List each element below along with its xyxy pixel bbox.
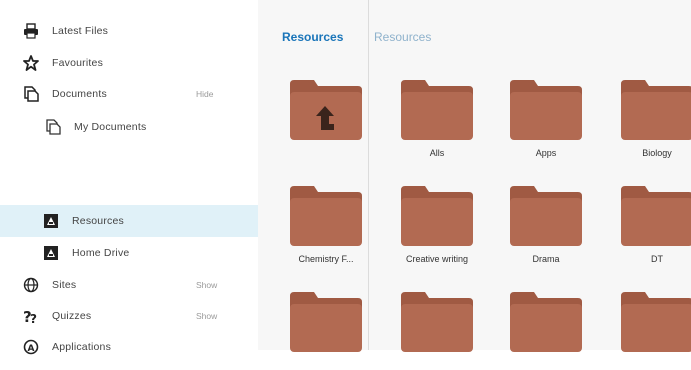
folder-item[interactable] <box>288 290 364 370</box>
folder-item[interactable] <box>399 290 475 370</box>
column-divider <box>368 0 369 350</box>
sidebar-item-label: Resources <box>72 215 124 227</box>
folder-up-icon <box>290 80 362 140</box>
folder-icon <box>401 80 473 140</box>
folder-icon <box>621 186 691 246</box>
sidebar-item-sites[interactable]: Sites Show <box>0 270 258 300</box>
network-drive-icon <box>42 212 60 230</box>
main-content: Resources Resources Alls Apps Biology Ch… <box>258 0 691 352</box>
folder-label: Creative writing <box>405 254 469 264</box>
svg-text:A: A <box>28 344 35 354</box>
folder-item[interactable] <box>619 290 691 370</box>
sidebar-item-favourites[interactable]: Favourites <box>0 48 258 78</box>
applications-icon: A <box>22 338 40 356</box>
document-icon <box>44 118 62 136</box>
folder-alls[interactable]: Alls <box>399 78 475 158</box>
sidebar-item-home-drive[interactable]: Home Drive <box>0 238 258 268</box>
folder-up[interactable] <box>288 78 364 158</box>
folder-icon <box>621 80 691 140</box>
folder-creative-writing[interactable]: Creative writing <box>399 184 475 264</box>
folder-label: Apps <box>535 148 557 158</box>
sidebar-item-latest-files[interactable]: Latest Files <box>0 16 258 46</box>
sidebar-item-label: My Documents <box>74 121 147 133</box>
tab-resources-active[interactable]: Resources <box>282 30 343 44</box>
sidebar-item-label: Favourites <box>52 57 104 69</box>
sidebar-item-label: Quizzes <box>52 310 92 322</box>
sidebar-item-documents[interactable]: Documents Hide <box>0 79 258 109</box>
folder-dt[interactable]: DT <box>619 184 691 264</box>
sidebar-item-label: Documents <box>52 88 107 100</box>
sidebar-item-label: Home Drive <box>72 247 130 259</box>
folder-item[interactable] <box>508 290 584 370</box>
folder-icon <box>621 292 691 352</box>
tab-resources[interactable]: Resources <box>374 30 431 44</box>
folder-icon <box>290 186 362 246</box>
sidebar-item-quizzes[interactable]: ?? Quizzes Show <box>0 301 258 331</box>
documents-icon <box>22 85 40 103</box>
folder-icon <box>401 292 473 352</box>
folder-label: Alls <box>429 148 445 158</box>
folder-apps[interactable]: Apps <box>508 78 584 158</box>
sidebar-item-applications[interactable]: A Applications <box>0 332 258 362</box>
sidebar-item-label: Latest Files <box>52 25 109 37</box>
sidebar-item-my-documents[interactable]: My Documents <box>0 112 258 142</box>
folder-label: Chemistry F... <box>298 254 354 264</box>
folder-icon <box>290 292 362 352</box>
folder-label: DT <box>651 254 663 264</box>
network-drive-icon <box>42 244 60 262</box>
printer-icon <box>22 22 40 40</box>
folder-icon <box>510 186 582 246</box>
folder-biology[interactable]: Biology <box>619 78 691 158</box>
sidebar-item-label: Sites <box>52 279 77 291</box>
folder-label: Biology <box>642 148 672 158</box>
folder-icon <box>510 292 582 352</box>
folder-icon <box>510 80 582 140</box>
folder-chemistry[interactable]: Chemistry F... <box>288 184 364 264</box>
svg-text:?: ? <box>30 312 37 325</box>
sites-show-toggle[interactable]: Show <box>196 280 217 290</box>
quiz-icon: ?? <box>22 307 40 325</box>
folder-icon <box>401 186 473 246</box>
sidebar-item-resources[interactable]: Resources <box>0 205 258 237</box>
star-icon <box>22 54 40 72</box>
folder-drama[interactable]: Drama <box>508 184 584 264</box>
quizzes-show-toggle[interactable]: Show <box>196 311 217 321</box>
globe-icon <box>22 276 40 294</box>
sidebar-item-label: Applications <box>52 341 112 353</box>
folder-label: Drama <box>532 254 560 264</box>
documents-hide-toggle[interactable]: Hide <box>196 89 213 99</box>
sidebar: Latest Files Favourites Documents Hide M… <box>0 0 258 355</box>
